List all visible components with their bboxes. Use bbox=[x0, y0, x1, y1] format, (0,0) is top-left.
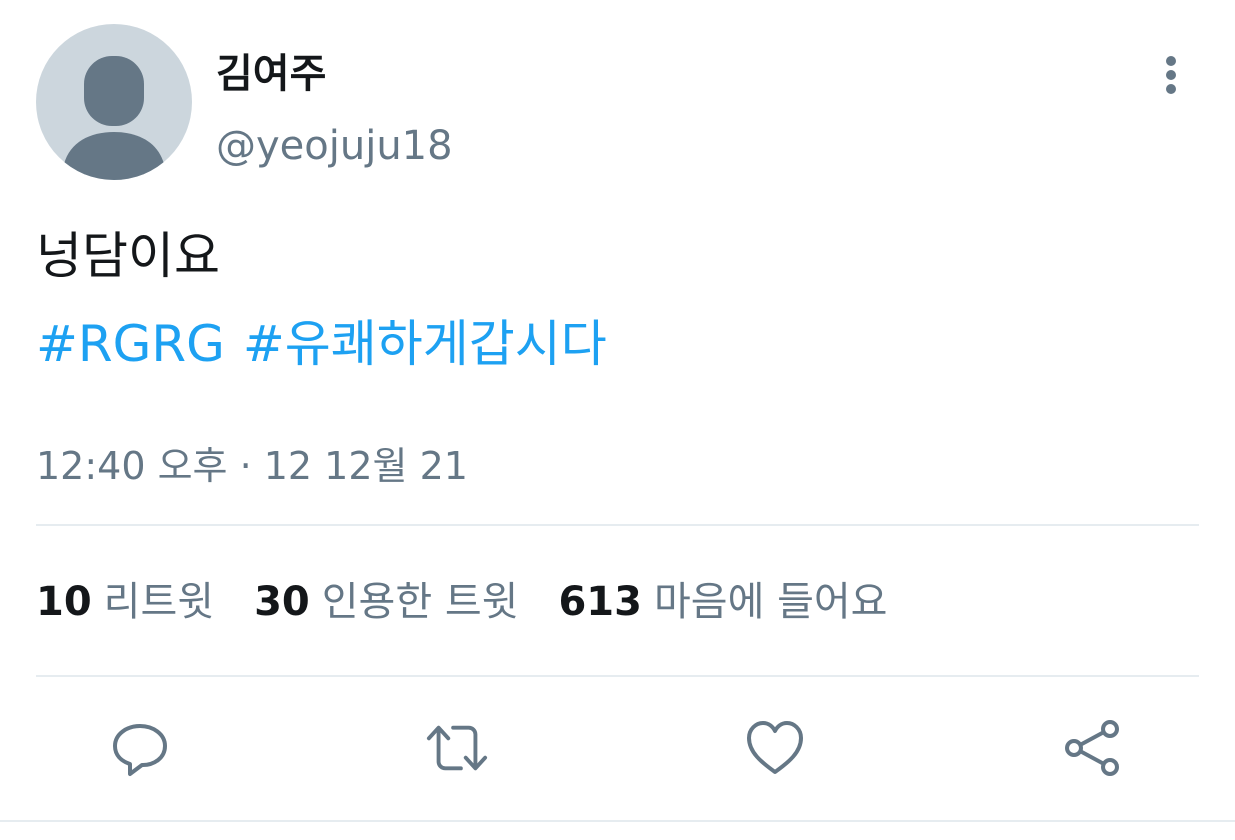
hashtag-link[interactable]: #유쾌하게갑시다 bbox=[243, 315, 607, 373]
divider bbox=[36, 524, 1199, 526]
retweet-count-stat[interactable]: 10 리트윗 bbox=[36, 574, 214, 630]
reply-icon bbox=[113, 724, 167, 776]
like-count-stat[interactable]: 613 마음에 들어요 bbox=[558, 574, 887, 630]
user-handle[interactable]: @yeojuju18 bbox=[216, 118, 453, 174]
like-count: 613 bbox=[558, 579, 642, 625]
reply-button[interactable] bbox=[108, 716, 172, 780]
divider bbox=[36, 675, 1199, 677]
retweet-icon bbox=[426, 725, 488, 771]
tweet-hashtags: #RGRG #유쾌하게갑시다 bbox=[36, 312, 607, 376]
share-button[interactable] bbox=[1060, 716, 1124, 780]
like-button[interactable] bbox=[743, 716, 807, 780]
quote-label: 인용한 트윗 bbox=[321, 579, 519, 625]
divider bbox=[0, 820, 1235, 822]
quote-count-stat[interactable]: 30 인용한 트윗 bbox=[254, 574, 518, 630]
tweet-timestamp[interactable]: 12:40 오후 · 12 12월 21 bbox=[36, 438, 468, 494]
retweet-label: 리트윗 bbox=[103, 579, 215, 625]
heart-icon bbox=[747, 721, 803, 774]
quote-count: 30 bbox=[254, 579, 310, 625]
tweet-detail: 김여주 @yeojuju18 넝담이요 #RGRG #유쾌하게갑시다 12:40 … bbox=[0, 0, 1235, 840]
more-options-button[interactable] bbox=[1146, 50, 1196, 100]
retweet-count: 10 bbox=[36, 579, 92, 625]
tweet-text: 넝담이요 bbox=[36, 227, 220, 285]
retweet-button[interactable] bbox=[425, 716, 489, 780]
avatar[interactable] bbox=[36, 24, 192, 180]
tweet-stats: 10 리트윗 30 인용한 트윗 613 마음에 들어요 bbox=[36, 574, 887, 630]
hashtag-link[interactable]: #RGRG bbox=[36, 315, 225, 373]
display-name[interactable]: 김여주 bbox=[216, 46, 326, 102]
share-icon bbox=[1065, 720, 1119, 776]
default-avatar-icon bbox=[64, 56, 164, 180]
like-label: 마음에 들어요 bbox=[653, 579, 888, 625]
more-vertical-icon bbox=[1166, 56, 1176, 94]
